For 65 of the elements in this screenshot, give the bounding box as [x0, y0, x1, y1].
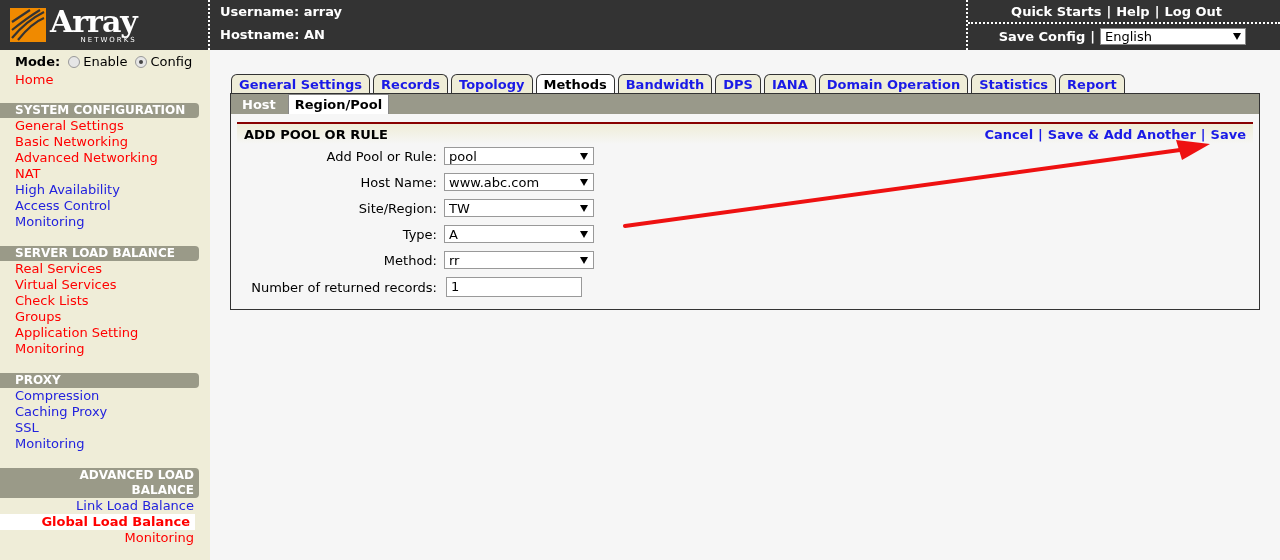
- tab[interactable]: Bandwidth: [617, 74, 713, 93]
- separator: |: [1154, 3, 1160, 19]
- field-label: Add Pool or Rule:: [325, 148, 437, 164]
- radio-button[interactable]: [68, 55, 81, 68]
- section-header: ADVANCED LOAD BALANCE: [0, 468, 199, 498]
- tab[interactable]: Statistics: [971, 74, 1057, 93]
- action-link[interactable]: Save: [1210, 127, 1246, 142]
- sidebar-item[interactable]: Compression: [0, 388, 199, 404]
- logo-wordmark: Array: [50, 6, 137, 37]
- tab[interactable]: IANA: [763, 74, 816, 93]
- tab[interactable]: Domain Operation: [818, 74, 969, 93]
- sidebar-item[interactable]: Monitoring: [0, 214, 199, 230]
- save-config-link[interactable]: Save Config: [998, 28, 1086, 44]
- tab[interactable]: DPS: [715, 74, 761, 93]
- header-link[interactable]: Log Out: [1164, 3, 1222, 19]
- hostname-label: Hostname: AN: [220, 27, 326, 42]
- separator: |: [1038, 127, 1043, 142]
- caret-icon: [580, 152, 588, 160]
- section-header: SYSTEM CONFIGURATION: [0, 103, 199, 118]
- tab[interactable]: Topology: [451, 74, 533, 93]
- field-label: Number of returned records:: [250, 279, 437, 295]
- separator: |: [1090, 28, 1095, 44]
- field-label: Host Name:: [359, 174, 437, 190]
- header-link[interactable]: Quick Starts: [1011, 3, 1102, 19]
- caret-icon: [580, 230, 588, 238]
- field-label: Type:: [401, 226, 437, 242]
- section-header: SERVER LOAD BALANCE: [0, 246, 199, 261]
- sidebar-item[interactable]: Monitoring: [0, 436, 199, 452]
- tab[interactable]: Methods: [535, 74, 615, 93]
- caret-icon: [1233, 32, 1241, 40]
- input-field[interactable]: 1: [446, 277, 582, 297]
- subtab[interactable]: Region/Pool: [287, 94, 390, 114]
- radio-label: Enable: [83, 54, 128, 69]
- caret-icon: [580, 256, 588, 264]
- field-label: Site/Region:: [357, 200, 437, 216]
- caret-icon: [580, 204, 588, 212]
- field-label: Method:: [382, 252, 437, 268]
- tab[interactable]: General Settings: [231, 74, 371, 93]
- sidebar-item[interactable]: SSL: [0, 420, 199, 436]
- radio-button[interactable]: [135, 55, 148, 68]
- sidebar-item[interactable]: Caching Proxy: [0, 404, 199, 420]
- action-link[interactable]: Save & Add Another: [1047, 127, 1196, 142]
- select-field[interactable]: rr: [444, 251, 594, 269]
- select-field[interactable]: pool: [444, 147, 594, 165]
- tab[interactable]: Records: [373, 74, 448, 93]
- select-field[interactable]: www.abc.com: [444, 173, 594, 191]
- header-link[interactable]: Help: [1116, 3, 1150, 19]
- username-label: Username: array: [220, 4, 344, 19]
- sidebar-item[interactable]: Link Load Balance: [0, 498, 199, 514]
- radio-label: Config: [150, 54, 193, 69]
- tab[interactable]: Report: [1059, 74, 1125, 93]
- sidebar-item[interactable]: Global Load Balance: [0, 514, 195, 530]
- action-link[interactable]: Cancel: [984, 127, 1034, 142]
- sidebar-item[interactable]: Access Control: [0, 198, 199, 214]
- select-field[interactable]: TW: [444, 199, 594, 217]
- mode-label: Mode:: [15, 54, 61, 69]
- separator: |: [1200, 127, 1206, 142]
- form-title: ADD POOL OR RULE: [244, 127, 388, 142]
- language-select[interactable]: English: [1100, 27, 1246, 45]
- separator: |: [1106, 3, 1112, 19]
- caret-icon: [580, 178, 588, 186]
- select-field[interactable]: A: [444, 225, 594, 243]
- logo-icon: [10, 8, 46, 42]
- sidebar-item[interactable]: High Availability: [0, 182, 199, 198]
- section-header: PROXY: [0, 373, 199, 388]
